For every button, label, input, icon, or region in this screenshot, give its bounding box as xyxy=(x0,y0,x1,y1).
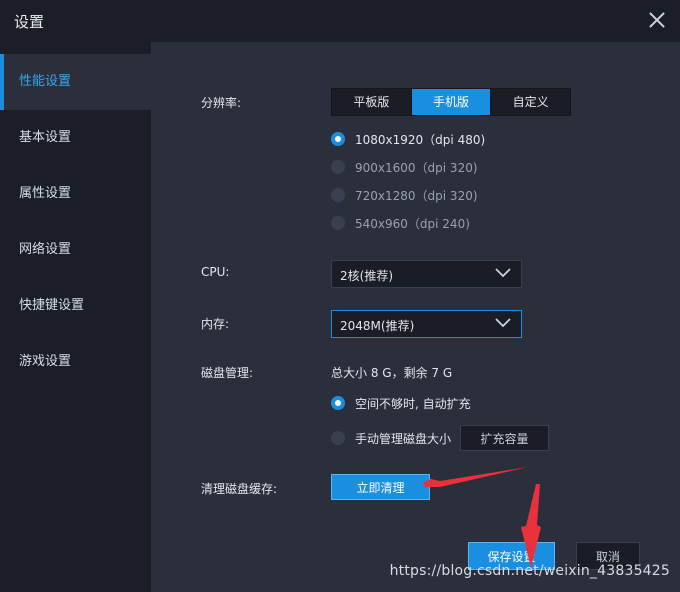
sidebar-item-basic[interactable]: 基本设置 xyxy=(0,110,151,166)
expand-capacity-button[interactable]: 扩充容量 xyxy=(460,425,549,451)
resolution-option-label: 900x1600（dpi 320) xyxy=(355,160,478,175)
disk-label: 磁盘管理: xyxy=(201,366,254,380)
cpu-select-value: 2核(推荐) xyxy=(340,269,393,283)
resolution-option-900[interactable]: 900x1600（dpi 320) xyxy=(331,157,478,177)
mode-phone-tab[interactable]: 手机版 xyxy=(411,89,492,115)
title-bar: 设置 xyxy=(0,0,680,42)
radio-icon xyxy=(331,188,345,202)
resolution-option-label: 540x960（dpi 240) xyxy=(355,216,470,231)
sidebar-item-games[interactable]: 游戏设置 xyxy=(0,334,151,390)
mode-tablet-tab[interactable]: 平板版 xyxy=(332,89,412,115)
sidebar-item-hotkeys[interactable]: 快捷键设置 xyxy=(0,278,151,334)
sidebar-item-properties[interactable]: 属性设置 xyxy=(0,166,151,222)
radio-icon xyxy=(331,431,345,445)
memory-select[interactable]: 2048M(推荐) xyxy=(331,310,522,338)
mode-segmented-control: 平板版 手机版 自定义 xyxy=(331,88,571,116)
disk-manual-option[interactable]: 手动管理磁盘大小 xyxy=(331,428,451,448)
resolution-option-label: 720x1280（dpi 320) xyxy=(355,188,478,203)
disk-manual-label: 手动管理磁盘大小 xyxy=(355,431,452,446)
window-title: 设置 xyxy=(14,13,45,31)
radio-icon xyxy=(331,160,345,174)
sidebar: 性能设置 基本设置 属性设置 网络设置 快捷键设置 游戏设置 xyxy=(0,54,151,592)
cpu-select[interactable]: 2核(推荐) xyxy=(331,260,522,288)
radio-icon xyxy=(331,216,345,230)
memory-select-value: 2048M(推荐) xyxy=(340,319,415,333)
resolution-option-720[interactable]: 720x1280（dpi 320) xyxy=(331,185,478,205)
radio-selected-icon xyxy=(331,132,345,146)
settings-window: 设置 性能设置 基本设置 属性设置 网络设置 快捷键设置 游戏设置 分辨率: 平… xyxy=(0,0,680,592)
sidebar-item-network[interactable]: 网络设置 xyxy=(0,222,151,278)
disk-info: 总大小 8 G，剩余 7 G xyxy=(331,366,453,380)
cache-label: 清理磁盘缓存: xyxy=(201,482,278,496)
sidebar-item-performance[interactable]: 性能设置 xyxy=(0,54,151,110)
resolution-option-1080[interactable]: 1080x1920（dpi 480) xyxy=(331,129,485,149)
watermark: https://blog.csdn.net/weixin_43835425 xyxy=(389,563,670,579)
cpu-label: CPU: xyxy=(201,265,230,279)
resolution-option-label: 1080x1920（dpi 480) xyxy=(355,132,486,147)
resolution-label: 分辨率: xyxy=(201,96,242,110)
clean-now-button[interactable]: 立即清理 xyxy=(331,474,430,500)
chevron-down-icon xyxy=(495,318,511,328)
resolution-option-540[interactable]: 540x960（dpi 240) xyxy=(331,213,470,233)
disk-auto-expand-label: 空间不够时, 自动扩充 xyxy=(355,396,471,411)
memory-label: 内存: xyxy=(201,317,230,331)
chevron-down-icon xyxy=(495,268,511,278)
close-icon[interactable] xyxy=(646,9,668,31)
mode-custom-tab[interactable]: 自定义 xyxy=(491,89,571,115)
radio-selected-icon xyxy=(331,396,345,410)
disk-auto-expand-option[interactable]: 空间不够时, 自动扩充 xyxy=(331,393,471,413)
